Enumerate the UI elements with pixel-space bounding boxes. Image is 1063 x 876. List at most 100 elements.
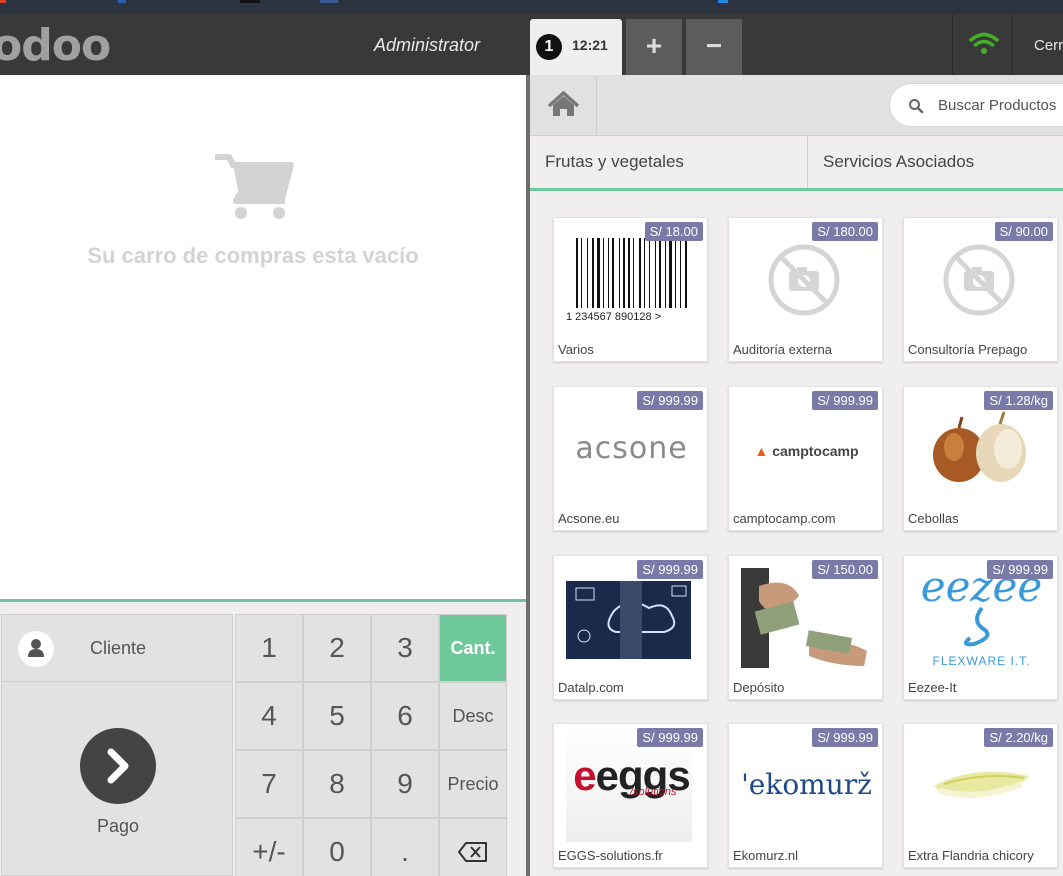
category-fruits-vegetables[interactable]: Frutas y vegetales (545, 136, 684, 188)
barcode-bar (633, 238, 634, 308)
numpad-7[interactable]: 7 (235, 750, 303, 818)
order-tab-selected[interactable]: 1 12:21 (530, 19, 622, 75)
numpad-4[interactable]: 4 (235, 682, 303, 750)
product-name: Auditoría externa (733, 342, 833, 357)
product-card[interactable]: S/ 180.00 Auditoría externa (728, 217, 883, 362)
barcode-bar (659, 238, 661, 308)
barcode-bar (628, 238, 630, 308)
category-associated-services[interactable]: Servicios Asociados (823, 136, 974, 188)
order-panel: Su carro de compras esta vacío Cliente P… (0, 75, 526, 876)
customer-button[interactable]: Cliente (1, 614, 233, 682)
mode-quantity-button[interactable]: Cant. (439, 614, 507, 682)
mode-price-button[interactable]: Precio (439, 750, 507, 818)
product-toolbar: Buscar Productos (530, 75, 1063, 136)
product-card[interactable]: 'ekomurž S/ 999.99 Ekomurz.nl (728, 723, 883, 868)
barcode-bar (665, 238, 666, 308)
home-category-button[interactable] (530, 75, 597, 135)
product-name: camptocamp.com (733, 511, 836, 526)
barcode-bar (581, 238, 582, 308)
product-screen: Buscar Productos Frutas y vegetales Serv… (530, 75, 1063, 876)
search-icon (909, 99, 924, 114)
barcode-bar (639, 238, 641, 308)
product-card[interactable]: eeggs /solutions S/ 999.99 EGGS-solution… (553, 723, 708, 868)
numpad-9[interactable]: 9 (371, 750, 439, 818)
username-label[interactable]: Administrator (374, 35, 480, 56)
category-bar: Frutas y vegetales Servicios Asociados (530, 136, 1063, 191)
barcode-bar (685, 238, 687, 308)
numpad-3[interactable]: 3 (371, 614, 439, 682)
order-number-badge: 1 (536, 34, 562, 60)
numpad-5[interactable]: 5 (303, 682, 371, 750)
add-order-button[interactable]: + (626, 19, 682, 75)
mode-discount-button[interactable]: Desc (439, 682, 507, 750)
price-tag: S/ 180.00 (812, 222, 878, 241)
barcode-bar (619, 238, 620, 308)
home-icon (547, 91, 580, 116)
backspace-icon (458, 842, 487, 862)
wifi-icon[interactable] (952, 14, 1013, 75)
price-tag: S/ 999.99 (812, 391, 878, 410)
barcode-digits: 1 234567 890128 > (566, 311, 661, 323)
empty-cart-message: Su carro de compras esta vacío (87, 243, 419, 268)
price-tag: S/ 2.20/kg (984, 728, 1053, 747)
customer-label: Cliente (90, 638, 147, 658)
product-card[interactable]: acsone S/ 999.99 Acsone.eu (553, 386, 708, 531)
price-tag: S/ 90.00 (994, 222, 1053, 241)
product-card[interactable]: S/ 999.99 Datalp.com (553, 555, 708, 700)
barcode-bar (592, 238, 594, 308)
product-name: Eezee-It (908, 680, 957, 695)
action-pad: Cliente Pago 1 2 3 Cant. 4 5 6 Desc 7 8 … (0, 602, 526, 876)
barcode-bar (655, 238, 656, 308)
product-card[interactable]: S/ 150.00 Depósito (728, 555, 883, 700)
product-name: Varios (558, 342, 594, 357)
tab-favicon (718, 0, 728, 3)
product-card[interactable]: eezee FLEXWARE I.T. S/ 999.99 Eezee-It (903, 555, 1058, 700)
numpad-0[interactable]: 0 (303, 818, 371, 876)
product-name: Ekomurz.nl (733, 848, 799, 863)
numpad-8[interactable]: 8 (303, 750, 371, 818)
user-icon (18, 631, 54, 667)
barcode-bar (603, 238, 604, 308)
remove-order-button[interactable]: − (686, 19, 742, 75)
price-tag: S/ 999.99 (637, 560, 703, 579)
barcode-bar (675, 238, 676, 308)
camptocamp-logo: ▲ camptocamp (754, 443, 859, 459)
backspace-button[interactable] (439, 818, 507, 876)
payment-button[interactable]: Pago (1, 682, 233, 876)
price-tag: S/ 18.00 (644, 222, 703, 241)
close-button[interactable]: Cerr (1034, 37, 1063, 54)
tab-favicon (0, 0, 6, 3)
browser-tab-strip (0, 0, 1063, 14)
tab-favicon (320, 0, 338, 3)
barcode-bar (612, 238, 614, 308)
price-tag: S/ 999.99 (987, 560, 1053, 579)
product-name: EGGS-solutions.fr (558, 848, 663, 863)
product-name: Consultoría Prepago (908, 342, 1028, 357)
product-name: Datalp.com (558, 680, 624, 695)
search-input[interactable]: Buscar Productos (938, 97, 1056, 114)
product-card[interactable]: ▲ camptocamp S/ 999.99 camptocamp.com (728, 386, 883, 531)
numpad-1[interactable]: 1 (235, 614, 303, 682)
product-card[interactable]: S/ 2.20/kg Extra Flandria chicory (903, 723, 1058, 868)
price-tag: S/ 999.99 (637, 728, 703, 747)
price-tag: S/ 999.99 (637, 391, 703, 410)
product-search-box[interactable]: Buscar Productos (889, 83, 1063, 127)
barcode-bar (680, 238, 681, 308)
pos-header: odoo Administrator 1 12:21 + − Cerr (0, 14, 1063, 75)
numpad-6[interactable]: 6 (371, 682, 439, 750)
barcode-bar (649, 238, 650, 308)
barcode-bar (576, 238, 578, 308)
price-tag: S/ 150.00 (812, 560, 878, 579)
product-name: Depósito (733, 680, 785, 695)
product-name: Cebollas (908, 511, 959, 526)
numpad-dot[interactable]: . (371, 818, 439, 876)
product-card[interactable]: S/ 1.28/kg Cebollas (903, 386, 1058, 531)
order-time: 12:21 (572, 37, 608, 53)
shopping-cart-icon (215, 154, 294, 219)
product-card[interactable]: 1 234567 890128 > S/ 18.00 Varios (553, 217, 708, 362)
barcode-bar (623, 238, 625, 308)
numpad-plus-minus[interactable]: +/- (235, 818, 303, 876)
tab-favicon (240, 0, 260, 3)
numpad-2[interactable]: 2 (303, 614, 371, 682)
product-card[interactable]: S/ 90.00 Consultoría Prepago (903, 217, 1058, 362)
